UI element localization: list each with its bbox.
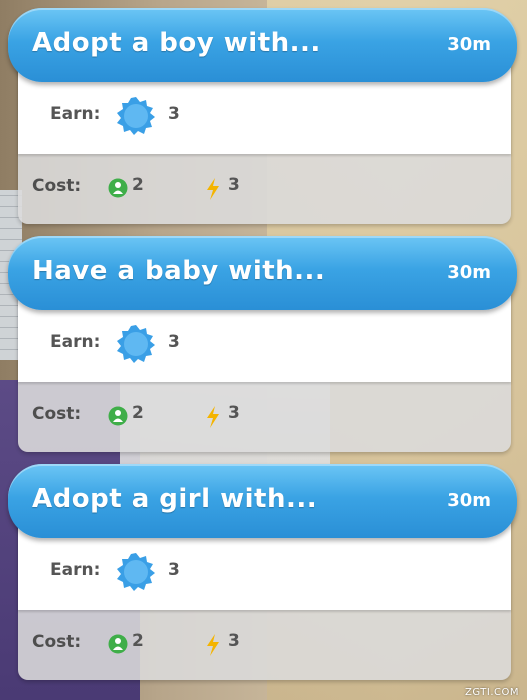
cost-energy-value: 3: [228, 175, 240, 195]
cost-label: Cost:: [32, 404, 82, 424]
green-person-icon: [108, 406, 128, 426]
task-header[interactable]: Adopt a girl with... 30m: [8, 464, 517, 538]
earn-label: Earn:: [50, 332, 101, 352]
cost-energy-value: 3: [228, 403, 240, 423]
earn-label: Earn:: [50, 560, 101, 580]
cost-energy-value: 3: [228, 631, 240, 651]
lightning-icon: [207, 178, 219, 200]
task-title: Have a baby with...: [32, 256, 326, 286]
cost-people-value: 2: [132, 403, 144, 423]
lightning-icon: [207, 406, 219, 428]
task-header[interactable]: Adopt a boy with... 30m: [8, 8, 517, 82]
earn-value: 3: [168, 560, 180, 580]
lightning-icon: [207, 634, 219, 656]
blue-badge-icon: [117, 553, 155, 591]
cost-people-value: 2: [132, 175, 144, 195]
earn-label: Earn:: [50, 104, 101, 124]
task-card[interactable]: Adopt a girl with... 30m Earn: 3 Cost: 2…: [8, 464, 517, 684]
cost-label: Cost:: [32, 176, 82, 196]
task-title: Adopt a girl with...: [32, 484, 318, 514]
green-person-icon: [108, 634, 128, 654]
blue-badge-icon: [117, 325, 155, 363]
task-card[interactable]: Have a baby with... 30m Earn: 3 Cost: 2 …: [8, 236, 517, 456]
task-duration: 30m: [447, 262, 491, 283]
cost-people-value: 2: [132, 631, 144, 651]
task-title: Adopt a boy with...: [32, 28, 321, 58]
cost-label: Cost:: [32, 632, 82, 652]
task-duration: 30m: [447, 490, 491, 511]
blue-badge-icon: [117, 97, 155, 135]
earn-value: 3: [168, 104, 180, 124]
task-header[interactable]: Have a baby with... 30m: [8, 236, 517, 310]
watermark: ZGTI.COM: [465, 687, 519, 698]
task-duration: 30m: [447, 34, 491, 55]
green-person-icon: [108, 178, 128, 198]
task-card[interactable]: Adopt a boy with... 30m Earn: 3 Cost: 2 …: [8, 8, 517, 228]
earn-value: 3: [168, 332, 180, 352]
